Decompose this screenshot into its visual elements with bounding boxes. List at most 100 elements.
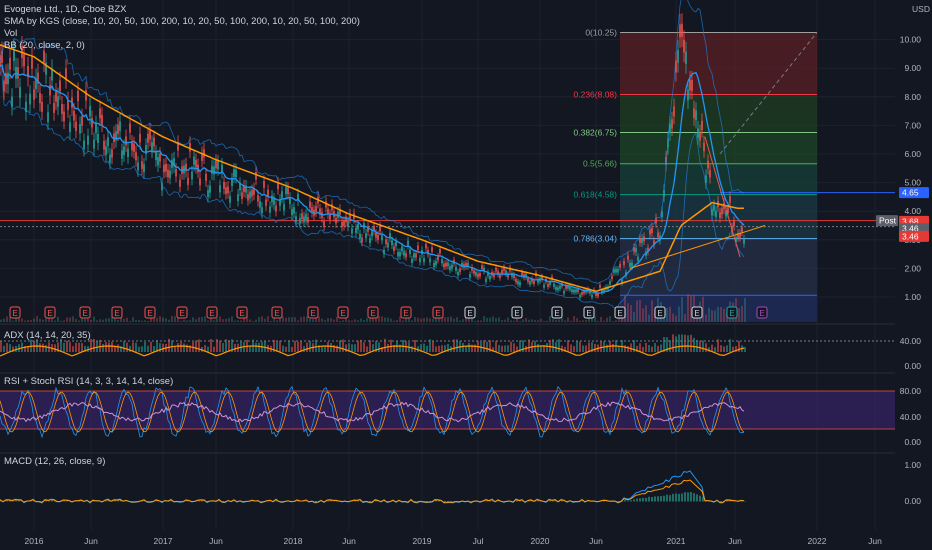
- adx-bar: [210, 339, 212, 352]
- candle-body-321: [641, 238, 643, 244]
- candle-body-250: [499, 274, 501, 279]
- candle-body-65: [129, 123, 131, 133]
- candle-body-288: [575, 289, 577, 293]
- volume-bar: [399, 316, 401, 322]
- candle-body-134: [267, 189, 269, 197]
- volume-bar: [363, 319, 365, 322]
- candle-body-67: [133, 143, 135, 152]
- adx-bar: [66, 340, 68, 352]
- adx-bar: [54, 344, 56, 352]
- candle-body-153: [305, 214, 307, 220]
- candle-body-115: [229, 196, 231, 203]
- candle-body-367: [733, 220, 735, 227]
- candle-body-12: [23, 54, 25, 67]
- adx-bar: [426, 345, 428, 352]
- candle-body-346: [691, 79, 693, 91]
- candle-body-108: [215, 160, 217, 169]
- volume-bar: [396, 320, 398, 322]
- adx-bar: [705, 343, 707, 352]
- macd-hist-bar: [726, 500, 728, 502]
- volume-bar: [135, 320, 137, 322]
- time-axis[interactable]: 2016 Jun 2017 Jun 2018 Jun 2019 Jul 2020 Jun 2021 J…: [0, 530, 932, 550]
- volume-bar: [426, 317, 428, 322]
- volume-bar: [420, 318, 422, 322]
- candle-body-215: [429, 258, 431, 263]
- adx-bar: [570, 344, 572, 352]
- candle-body-318: [635, 247, 637, 253]
- candle-body-68: [135, 152, 137, 161]
- volume-bar: [291, 317, 293, 322]
- candle-body-212: [423, 258, 425, 263]
- candle-body-261: [521, 272, 523, 276]
- earnings-marker-label-5: E: [179, 309, 184, 318]
- adx-legend[interactable]: ADX (14, 14, 20, 35): [4, 330, 91, 342]
- volume-bar: [522, 319, 524, 322]
- candle-body-264: [527, 278, 529, 282]
- adx-bar: [579, 341, 581, 352]
- candle-body-257: [513, 274, 515, 279]
- indicator-sma-label[interactable]: SMA by KGS (close, 10, 20, 50, 100, 200,…: [4, 16, 360, 28]
- candle-body-222: [443, 263, 445, 268]
- adx-bar: [738, 340, 740, 352]
- adx-bar: [72, 346, 74, 352]
- volume-bar: [105, 318, 107, 322]
- volume-bar: [501, 320, 503, 322]
- candle-body-248: [495, 267, 497, 272]
- adx-bar: [507, 345, 509, 352]
- macd-legend[interactable]: MACD (12, 26, close, 9): [4, 456, 105, 468]
- candle-body-88: [175, 168, 177, 177]
- indicator-vol-label[interactable]: Vol: [4, 28, 360, 40]
- candle-body-109: [217, 161, 219, 170]
- volume-bar: [711, 310, 713, 322]
- adx-bar: [195, 340, 197, 352]
- candle-body-342: [683, 39, 685, 53]
- candle-body-309: [617, 268, 619, 273]
- candle-body-185: [369, 238, 371, 244]
- volume-bar: [534, 320, 536, 322]
- candle-body-210: [419, 258, 421, 263]
- price-badge-label-4: 3.46: [902, 231, 919, 241]
- volume-bar: [93, 316, 95, 322]
- indicator-bb-label[interactable]: BB (20, close, 2, 0): [4, 40, 360, 52]
- volume-bar: [390, 318, 392, 322]
- adx-bar: [357, 340, 359, 352]
- candle-body-165: [329, 213, 331, 220]
- candle-body-155: [309, 201, 311, 208]
- fib-label-3: 0.5(5.66): [583, 159, 617, 169]
- candle-body-102: [203, 149, 205, 158]
- symbol-title[interactable]: Evogene Ltd., 1D, Cboe BZX: [4, 4, 360, 16]
- adx-bar: [639, 343, 641, 352]
- volume-bar: [474, 320, 476, 322]
- candle-body-243: [485, 278, 487, 282]
- time-tick-6: 2019: [413, 536, 432, 546]
- volume-bar: [30, 320, 32, 322]
- candle-body-74: [147, 133, 149, 143]
- macd-hist-bar: [18, 500, 20, 502]
- earnings-marker-label-1: E: [47, 309, 52, 318]
- volume-bar: [261, 316, 263, 322]
- volume-bar: [636, 300, 638, 322]
- volume-bar: [357, 320, 359, 322]
- candle-body-348: [695, 110, 697, 121]
- volume-bar: [354, 319, 356, 322]
- candle-body-52: [103, 141, 105, 150]
- adx-bar: [150, 341, 152, 352]
- volume-bar: [48, 318, 50, 322]
- candle-body-100: [199, 178, 201, 186]
- candle-body-176: [351, 228, 353, 234]
- candle-body-307: [613, 269, 615, 273]
- adx-bar: [438, 345, 440, 352]
- adx-bar: [345, 344, 347, 352]
- candle-body-207: [413, 253, 415, 258]
- candle-body-258: [515, 279, 517, 283]
- macd-hist-bar: [435, 500, 437, 502]
- candle-body-237: [473, 270, 475, 274]
- fib-label-2: 0.382(6.75): [574, 128, 618, 138]
- volume-bar: [513, 320, 515, 322]
- adx-bar: [264, 340, 266, 352]
- adx-bar: [327, 342, 329, 352]
- candle-body-78: [155, 151, 157, 161]
- volume-bar: [183, 319, 185, 322]
- chart-canvas[interactable]: E E E E E E E E E E E E E E E E E E E E E E E USD 10.00 9.00 8.00…: [0, 0, 932, 550]
- rsi-legend[interactable]: RSI + Stoch RSI (14, 3, 3, 14, 14, close…: [4, 376, 173, 388]
